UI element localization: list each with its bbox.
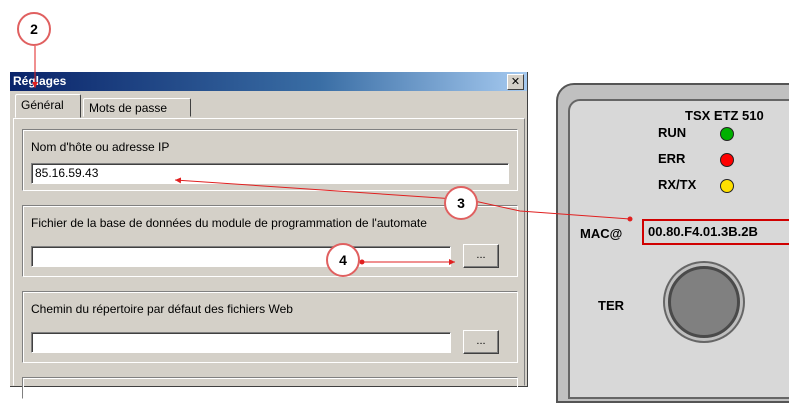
web-path-group: Chemin du répertoire par défaut des fich… [22,291,518,363]
device-model: TSX ETZ 510 [685,108,764,123]
database-browse-button[interactable]: ... [463,244,499,268]
general-panel: Nom d'hôte ou adresse IP 85.16.59.43 Fic… [13,118,525,399]
host-label: Nom d'hôte ou adresse IP [31,140,170,154]
ter-label: TER [598,298,624,313]
dialog-title: Réglages [13,74,67,88]
host-input[interactable]: 85.16.59.43 [31,163,509,184]
dialog-titlebar[interactable]: Réglages ✕ [10,72,527,91]
run-led-icon [720,127,734,141]
callout-4: 4 [326,243,360,277]
mac-address: 00.80.F4.01.3B.2B [642,219,789,245]
tab-general[interactable]: Général [15,94,81,118]
database-group: Fichier de la base de données du module … [22,205,518,277]
led-label-err: ERR [658,151,686,166]
led-label-rxtx: RX/TX [658,177,697,192]
database-input[interactable] [31,246,451,267]
web-path-input[interactable] [31,332,451,353]
close-icon[interactable]: ✕ [507,74,524,90]
ter-port-icon [668,266,740,338]
settings-dialog: Réglages ✕ Général Mots de passe Nom d'h… [9,71,527,399]
device-panel: TSX ETZ 510 RUN ERR RX/TX MAC@ 00.80.F4.… [568,99,789,399]
web-path-label: Chemin du répertoire par défaut des fich… [31,302,293,316]
next-group [22,377,518,399]
callout-2: 2 [17,12,51,46]
database-label: Fichier de la base de données du module … [31,216,427,230]
led-label-run: RUN [658,125,687,140]
web-path-browse-button[interactable]: ... [463,330,499,354]
rxtx-led-icon [720,179,734,193]
host-group: Nom d'hôte ou adresse IP 85.16.59.43 [22,129,518,191]
callout-3: 3 [444,186,478,220]
tab-passwords[interactable]: Mots de passe [83,98,191,117]
device-faceplate: TSX ETZ 510 RUN ERR RX/TX MAC@ 00.80.F4.… [556,83,789,403]
mac-label: MAC@ [580,226,623,241]
err-led-icon [720,153,734,167]
